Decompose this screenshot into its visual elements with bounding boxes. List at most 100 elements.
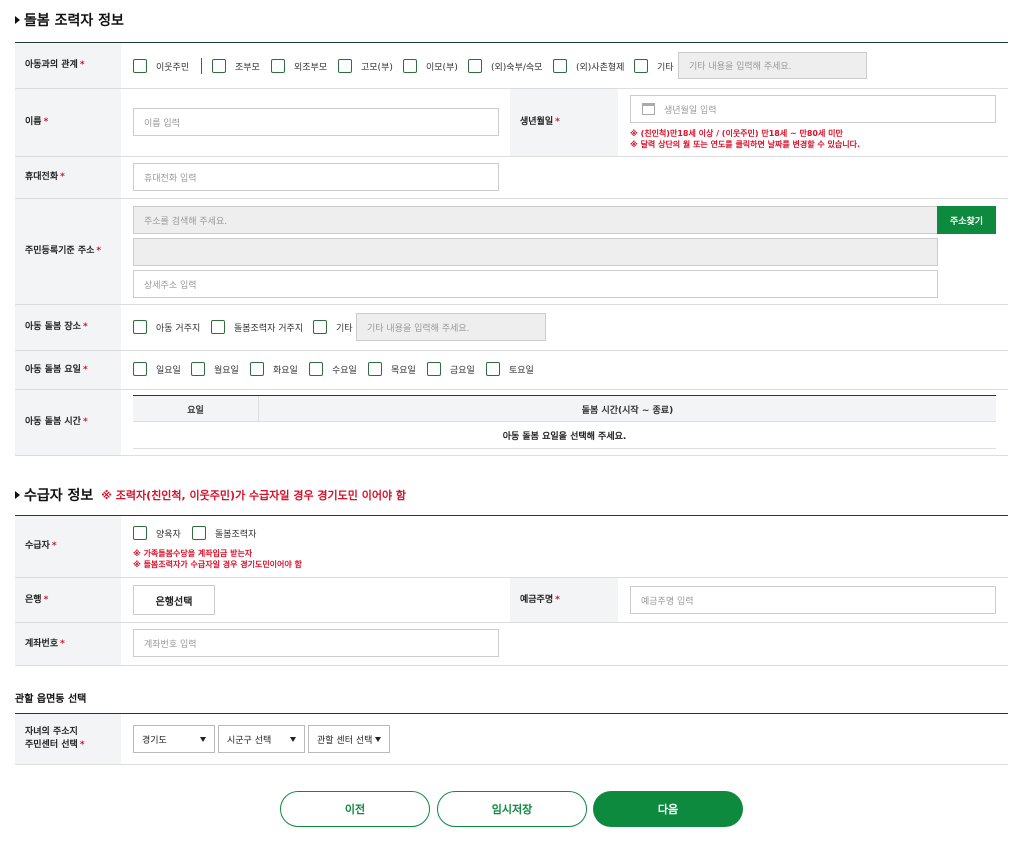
relation-option-maternal-grandparents[interactable]: 외조부모 [271, 59, 327, 73]
province-select[interactable]: 경기도 [133, 725, 215, 753]
recipient-section-title: 수급자 정보 ※ 조력자(친인척, 이웃주민)가 수급자일 경우 경기도민 이어… [15, 485, 406, 505]
address-search-input[interactable]: 주소를 검색해 주세요. [133, 206, 938, 234]
relation-option-grandparents[interactable]: 조부모 [212, 59, 260, 73]
place-option-child-home[interactable]: 아동 거주지 [133, 320, 200, 334]
account-label: 계좌번호 * [15, 623, 121, 665]
relation-other-input[interactable]: 기타 내용을 입력해 주세요. [678, 52, 867, 79]
checkbox[interactable] [468, 59, 482, 73]
checkbox[interactable] [133, 362, 147, 376]
checkbox[interactable] [338, 59, 352, 73]
time-table-bottom [133, 448, 996, 449]
district-section-title: 관할 읍면동 선택 [15, 694, 87, 705]
row-divider [15, 455, 1008, 456]
section-divider [15, 42, 1008, 43]
checkbox[interactable] [133, 320, 147, 334]
prev-button[interactable]: 이전 [280, 791, 430, 827]
checkbox[interactable] [553, 59, 567, 73]
address-detail-input[interactable]: 상세주소 입력 [133, 270, 938, 298]
address-result-field [133, 238, 938, 266]
row-divider [15, 156, 1008, 157]
time-table-col-time: 돌봄 시간(시작 ~ 종료) [581, 405, 674, 416]
next-button[interactable]: 다음 [593, 791, 743, 827]
place-option-caregiver-home[interactable]: 돌봄조력자 거주지 [211, 320, 303, 334]
center-select[interactable]: 관할 센터 선택 [308, 725, 390, 753]
holder-input[interactable]: 예금주명 입력 [630, 586, 996, 614]
birth-warning-age: ※ (친인척)만18세 이상 / (이웃주민) 만18세 ~ 만80세 미만 [630, 129, 843, 138]
bank-select-button[interactable]: 은행선택 [133, 585, 215, 615]
day-option-monday[interactable]: 월요일 [191, 362, 239, 376]
relation-label: 아동과의 관계 * [15, 43, 121, 88]
checkbox[interactable] [427, 362, 441, 376]
row-divider [15, 198, 1008, 199]
relation-option-uncle[interactable]: (외)숙부/숙모 [468, 59, 542, 73]
bullet-triangle-icon [15, 16, 20, 24]
checkbox[interactable] [313, 320, 327, 334]
recipient-option-parent[interactable]: 양육자 [133, 526, 181, 540]
relation-option-cousin[interactable]: (외)사촌형제 [553, 59, 624, 73]
bank-label: 은행 * [15, 578, 121, 622]
recipient-warning-2: ※ 돌봄조력자가 수급자일 경우 경기도민이어야 함 [133, 560, 302, 569]
caret-down-icon [290, 737, 296, 742]
day-option-saturday[interactable]: 토요일 [486, 362, 534, 376]
row-divider [15, 304, 1008, 305]
recipient-option-caregiver[interactable]: 돌봄조력자 [192, 526, 256, 540]
temp-save-button[interactable]: 임시저장 [437, 791, 587, 827]
checkbox[interactable] [368, 362, 382, 376]
phone-label: 휴대전화 * [15, 157, 121, 198]
city-select[interactable]: 시군구 선택 [218, 725, 305, 753]
row-divider [15, 389, 1008, 390]
checkbox[interactable] [486, 362, 500, 376]
checkbox[interactable] [309, 362, 323, 376]
birth-label: 생년월일 * [510, 89, 618, 156]
name-label: 이름 * [15, 89, 121, 156]
calendar-icon[interactable] [642, 103, 655, 115]
birth-warning-calendar: ※ 달력 상단의 월 또는 연도를 클릭하면 날짜를 변경할 수 있습니다. [630, 140, 861, 149]
caret-down-icon [200, 737, 206, 742]
care-place-label: 아동 돌봄 장소 * [15, 305, 121, 350]
row-divider [15, 665, 1008, 666]
care-days-label: 아동 돌봄 요일 * [15, 351, 121, 389]
recipient-label: 수급자 * [15, 516, 121, 577]
day-option-wednesday[interactable]: 수요일 [309, 362, 357, 376]
day-option-sunday[interactable]: 일요일 [133, 362, 181, 376]
place-other-input[interactable]: 기타 내용을 입력해 주세요. [356, 313, 546, 341]
time-table-col-day: 요일 [187, 405, 204, 416]
checkbox[interactable] [403, 59, 417, 73]
checkbox[interactable] [191, 362, 205, 376]
checkbox[interactable] [212, 59, 226, 73]
relation-option-neighbor[interactable]: 이웃주민 [133, 59, 189, 73]
holder-label: 예금주명 * [510, 578, 618, 622]
relation-option-paternal-aunt[interactable]: 고모(부) [338, 59, 393, 73]
checkbox[interactable] [250, 362, 264, 376]
time-table-empty-message: 아동 돌봄 요일을 선택해 주세요. [502, 432, 627, 442]
name-input[interactable]: 이름 입력 [133, 108, 499, 136]
address-search-button[interactable]: 주소찾기 [937, 206, 996, 234]
checkbox[interactable] [133, 526, 147, 540]
phone-input[interactable]: 휴대전화 입력 [133, 163, 499, 191]
checkbox[interactable] [271, 59, 285, 73]
separator [201, 58, 202, 74]
section-divider [15, 713, 1008, 714]
account-input[interactable]: 계좌번호 입력 [133, 629, 499, 657]
place-option-other[interactable]: 기타 [313, 320, 353, 334]
day-option-friday[interactable]: 금요일 [427, 362, 475, 376]
relation-option-other[interactable]: 기타 [634, 59, 674, 73]
birth-input[interactable]: 생년월일 입력 [630, 95, 996, 123]
relation-option-maternal-aunt[interactable]: 이모(부) [403, 59, 458, 73]
bullet-triangle-icon [15, 491, 20, 499]
row-divider [15, 622, 1008, 623]
day-option-tuesday[interactable]: 화요일 [250, 362, 298, 376]
checkbox[interactable] [133, 59, 147, 73]
care-time-label: 아동 돌봄 시간 * [15, 390, 121, 455]
checkbox[interactable] [192, 526, 206, 540]
recipient-warning-1: ※ 가족돌봄수당을 계좌입금 받는자 [133, 549, 253, 558]
checkbox[interactable] [634, 59, 648, 73]
row-divider [15, 350, 1008, 351]
checkbox[interactable] [211, 320, 225, 334]
caregiver-section-title: 돌봄 조력자 정보 [15, 10, 124, 30]
caret-down-icon [375, 737, 381, 742]
recipient-note: ※ 조력자(친인척, 이웃주민)가 수급자일 경우 경기도민 이어야 함 [101, 489, 407, 502]
section-divider [15, 515, 1008, 516]
district-label: 자녀의 주소지 주민센터 선택 * [15, 714, 121, 764]
day-option-thursday[interactable]: 목요일 [368, 362, 416, 376]
